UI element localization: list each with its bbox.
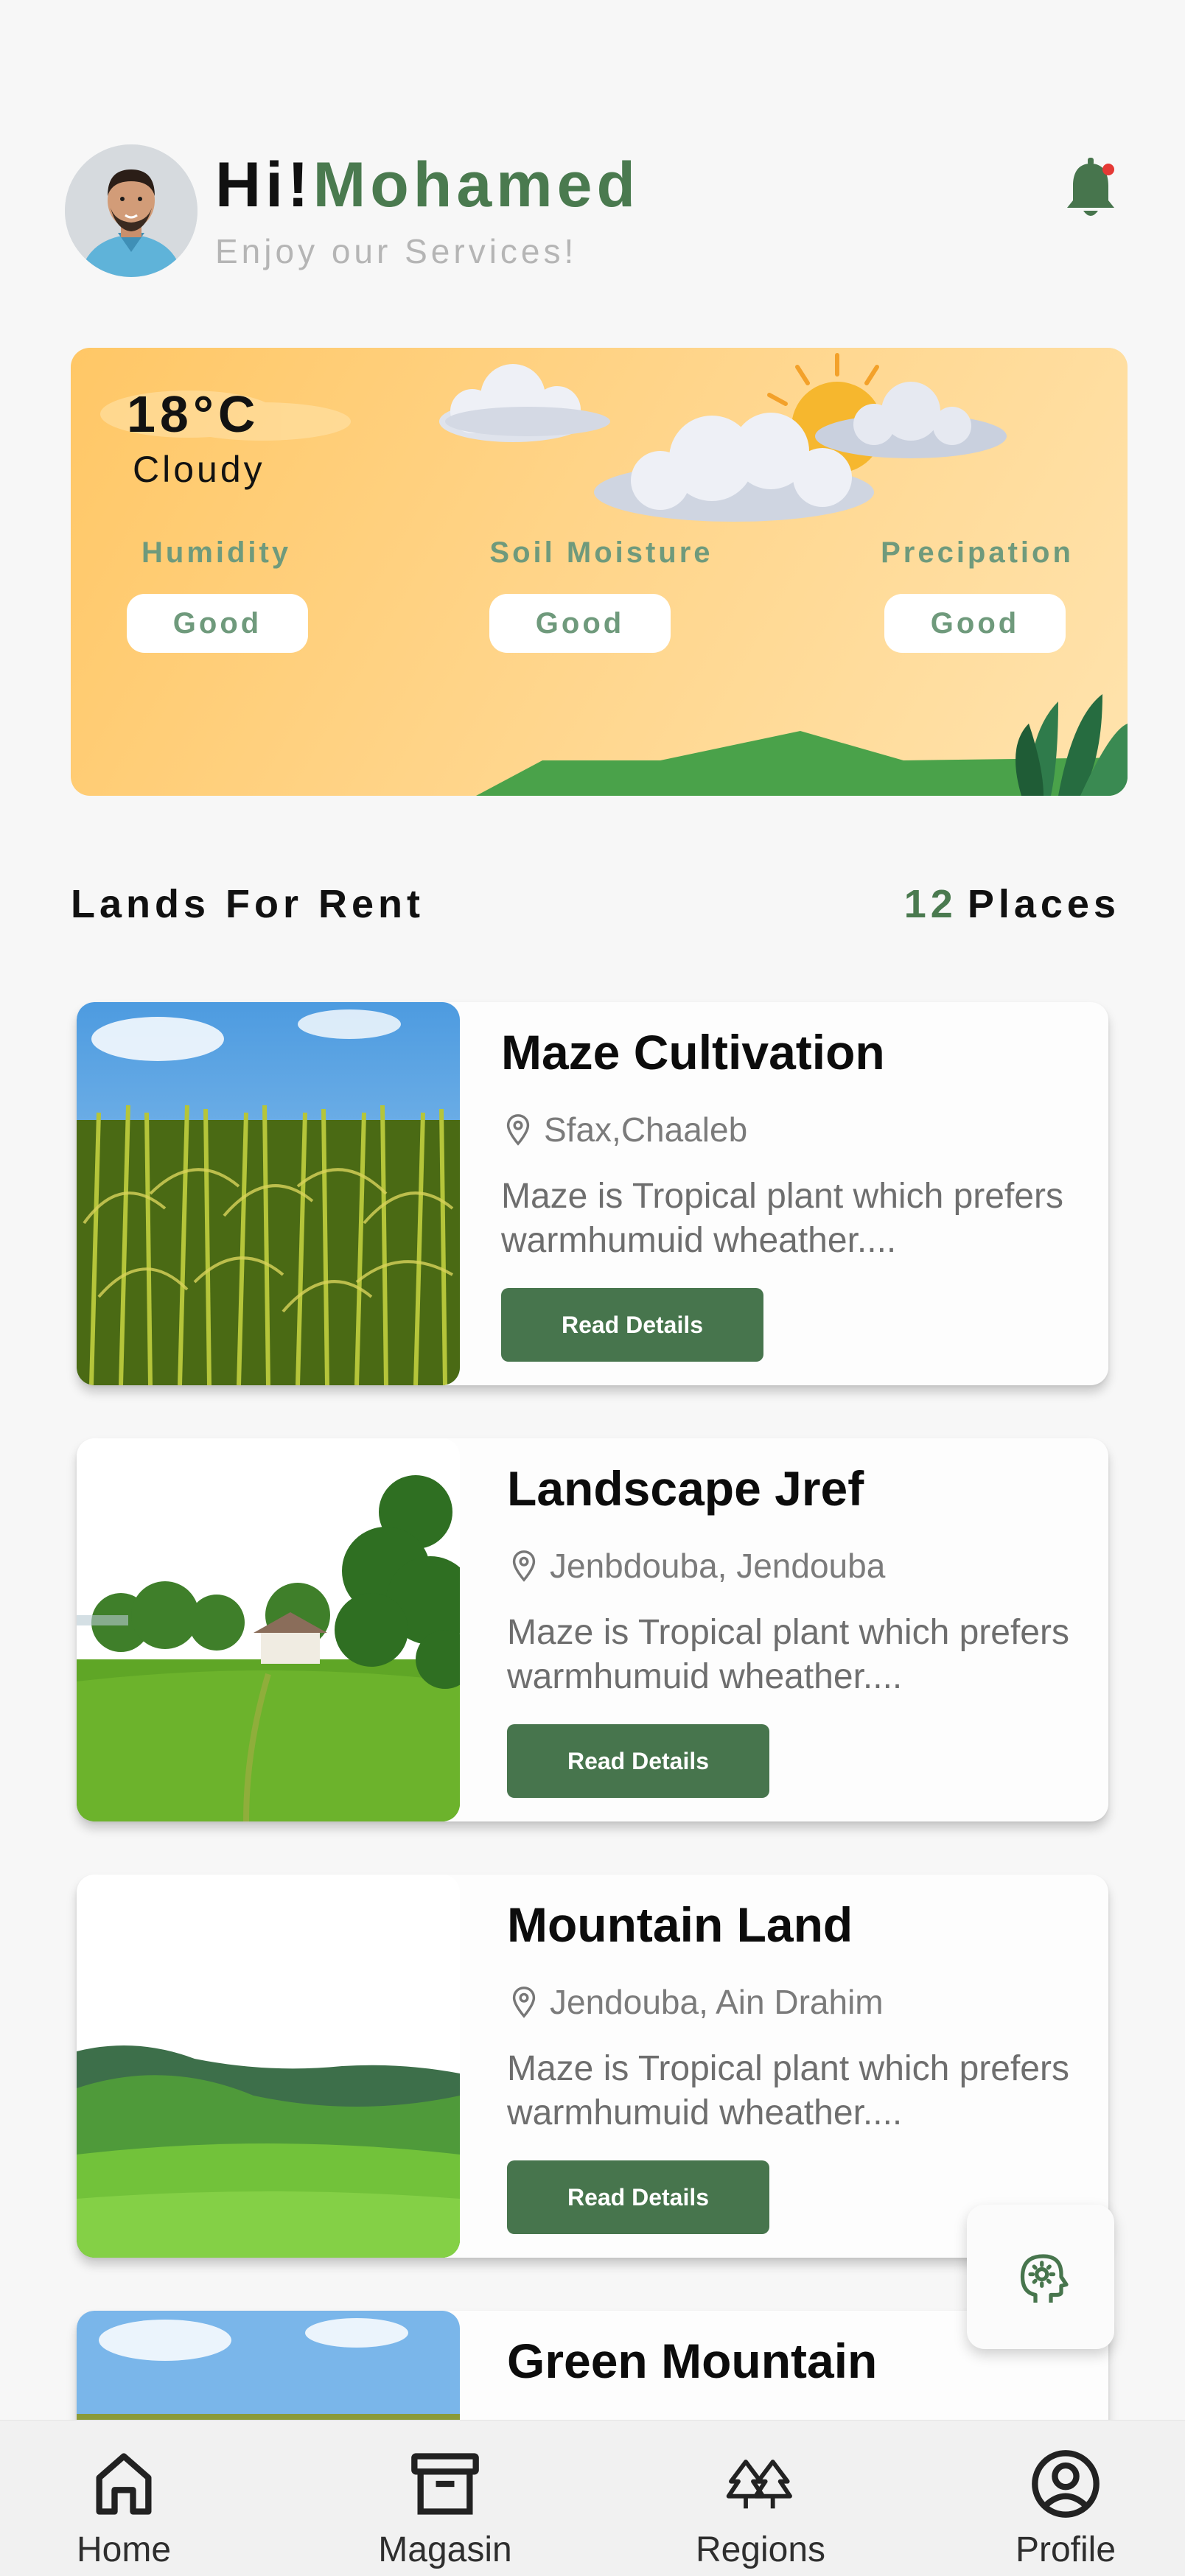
- land-description: Maze is Tropical plant which prefers war…: [507, 2049, 1069, 2132]
- land-description: Maze is Tropical plant which prefers war…: [501, 1177, 1063, 1260]
- land-description: Maze is Tropical plant which prefers war…: [507, 1613, 1069, 1696]
- notification-badge: [1102, 164, 1114, 175]
- metric-value-precipation: Good: [884, 594, 1066, 653]
- land-location: Jenbdouba, Jendouba: [507, 1546, 885, 1586]
- archive-icon: [411, 2453, 479, 2515]
- land-location-text: Sfax,Chaaleb: [544, 1110, 748, 1149]
- trees-icon: [726, 2460, 792, 2509]
- land-location-text: Jenbdouba, Jendouba: [550, 1547, 886, 1585]
- location-pin-icon: [512, 1550, 536, 1582]
- land-image: [77, 1002, 460, 1385]
- metric-label-humidity: Humidity: [141, 536, 292, 569]
- bottom-navigation: Home Magasin Regions Profile: [0, 2420, 1185, 2576]
- metric-label-precipation: Precipation: [881, 536, 1074, 569]
- land-title: Landscape Jref: [507, 1461, 864, 1516]
- land-title: Maze Cultivation: [501, 1025, 885, 1079]
- land-title: Green Mountain: [507, 2334, 878, 2388]
- land-image: [77, 1875, 460, 2258]
- weather-condition: Cloudy: [133, 449, 265, 490]
- land-location-text: Jendouba, Ain Drahim: [550, 1983, 884, 2021]
- user-name: Mohamed: [312, 150, 640, 220]
- read-details-button[interactable]: Read Details: [507, 1724, 769, 1798]
- read-details-button[interactable]: Read Details: [507, 2160, 769, 2234]
- location-pin-icon: [512, 1987, 536, 2018]
- places-count[interactable]: 12 Places: [904, 881, 1120, 927]
- metric-label-soil-moisture: Soil Moisture: [489, 536, 713, 569]
- land-image: [77, 1438, 460, 1821]
- greeting: Hi!Mohamed: [215, 149, 640, 222]
- brain-gear-icon: [1020, 2254, 1069, 2303]
- plant-icon: [1016, 694, 1128, 796]
- nav-magasin[interactable]: Magasin: [335, 2421, 556, 2576]
- nav-home[interactable]: Home: [13, 2421, 234, 2576]
- section-title: Lands For Rent: [71, 882, 425, 926]
- location-pin-icon: [506, 1114, 530, 1146]
- land-card[interactable]: Maze Cultivation Sfax,Chaaleb Maze is Tr…: [77, 1002, 1108, 1385]
- nav-profile[interactable]: Profile: [955, 2421, 1176, 2576]
- nav-label: Home: [76, 2530, 172, 2569]
- nav-label: Magasin: [378, 2530, 512, 2569]
- avatar[interactable]: [65, 144, 198, 277]
- land-location: Jendouba, Ain Drahim: [507, 1982, 884, 2022]
- places-count-number: 12: [903, 882, 957, 926]
- places-count-suffix: Places: [967, 882, 1120, 926]
- home-icon: [96, 2453, 152, 2515]
- land-card[interactable]: Landscape Jref Jenbdouba, Jendouba Maze …: [77, 1438, 1108, 1821]
- nav-regions[interactable]: Regions: [650, 2421, 871, 2576]
- avatar-image: [65, 144, 198, 277]
- land-title: Mountain Land: [507, 1897, 853, 1952]
- notification-button[interactable]: [1061, 156, 1120, 223]
- read-details-button[interactable]: Read Details: [501, 1288, 763, 1362]
- nav-label: Profile: [1015, 2530, 1116, 2569]
- weather-card: 18°C Cloudy Humidity Good Soil Moisture …: [71, 348, 1128, 796]
- temperature: 18°C: [127, 385, 260, 443]
- land-location: Sfax,Chaaleb: [501, 1110, 747, 1149]
- nav-label: Regions: [695, 2530, 826, 2569]
- app-screen: Hi!Mohamed Enjoy our Services! 18°C Clou…: [0, 0, 1185, 2576]
- land-card[interactable]: Mountain Land Jendouba, Ain Drahim Maze …: [77, 1875, 1108, 2258]
- user-circle-icon: [1032, 2450, 1100, 2518]
- metric-value-soil-moisture: Good: [489, 594, 671, 653]
- bell-icon: [1067, 158, 1114, 216]
- greeting-prefix: Hi!: [215, 150, 313, 220]
- greeting-subtitle: Enjoy our Services!: [215, 232, 578, 270]
- metric-value-humidity: Good: [127, 594, 308, 653]
- cloud-icon: [439, 364, 610, 442]
- ai-assistant-button[interactable]: [967, 2205, 1114, 2349]
